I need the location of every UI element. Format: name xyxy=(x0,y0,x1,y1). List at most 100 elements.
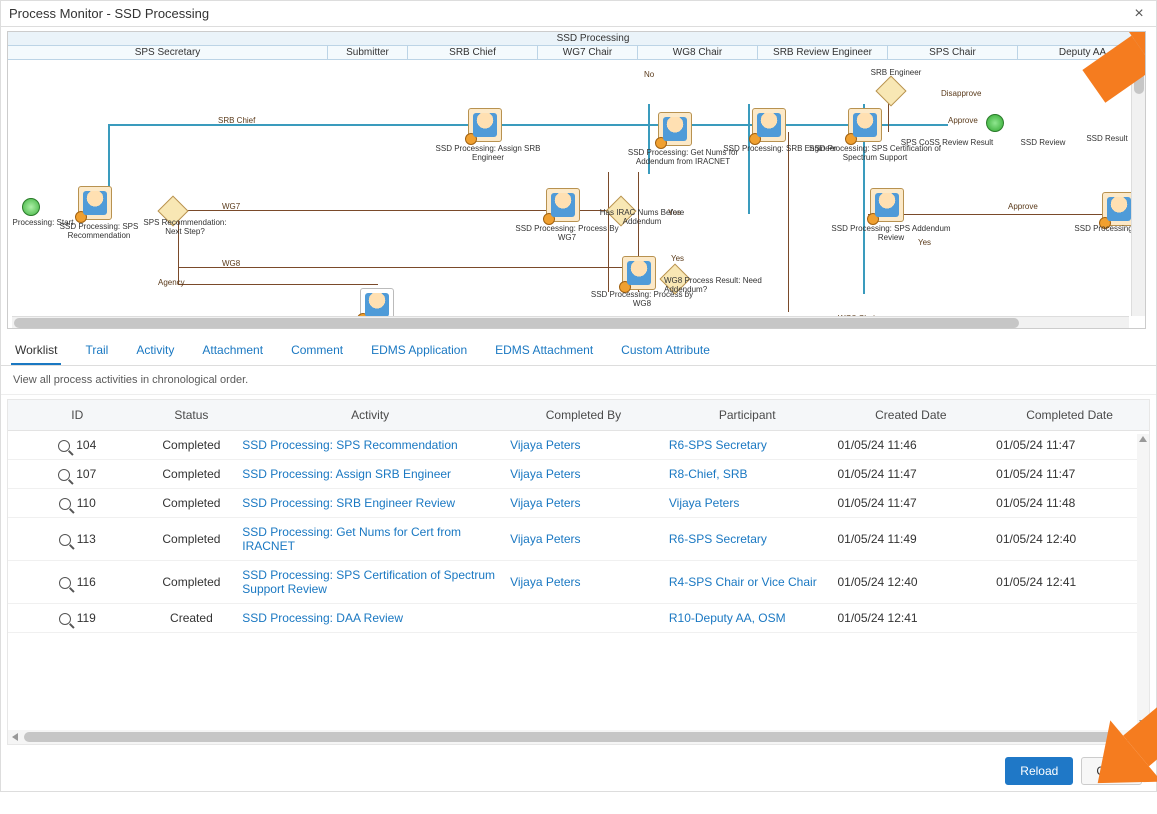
workflow-diagram[interactable]: SSD Processing SPS SecretarySubmitter SRB… xyxy=(7,31,1146,329)
col-header-status[interactable]: Status xyxy=(147,400,237,431)
cell-activity[interactable]: SSD Processing: SPS Recommendation xyxy=(236,431,504,460)
cell-created: 01/05/24 12:41 xyxy=(832,604,991,633)
cell-completed-by[interactable]: Vijaya Peters xyxy=(504,431,663,460)
edge-label-yes-2: Yes xyxy=(671,254,684,263)
col-header-created-date[interactable]: Created Date xyxy=(832,400,991,431)
start-event[interactable] xyxy=(22,198,40,216)
diagram-horizontal-scrollbar[interactable] xyxy=(12,316,1129,328)
ssd-review-label: SSD Review xyxy=(1008,138,1078,147)
node-process-wg7-label: SSD Processing: Process By WG7 xyxy=(512,224,622,242)
node-assign-srb-label: SSD Processing: Assign SRB Engineer xyxy=(428,144,548,162)
cell-activity[interactable]: SSD Processing: Get Nums for Cert from I… xyxy=(236,518,504,561)
cell-status: Completed xyxy=(147,561,237,604)
cell-participant[interactable]: Vijaya Peters xyxy=(663,489,832,518)
cell-status: Completed xyxy=(147,460,237,489)
tab-attachment[interactable]: Attachment xyxy=(198,337,267,365)
swimlane-header-wg7-chair: WG7 Chair xyxy=(538,46,638,60)
gateway-srb-engineer-label: SRB Engineer xyxy=(856,68,936,77)
swimlane-header-sps-secretary: SPS Secretary xyxy=(8,46,328,60)
cell-completed-by[interactable] xyxy=(504,604,663,633)
footer-buttons: Reload Close xyxy=(1005,757,1142,785)
cell-created: 01/05/24 11:47 xyxy=(832,489,991,518)
swimlane-header-srb-review-engineer: SRB Review Engineer xyxy=(758,46,888,60)
cell-activity[interactable]: SSD Processing: DAA Review xyxy=(236,604,504,633)
tab-activity[interactable]: Activity xyxy=(132,337,178,365)
node-process-wg8[interactable] xyxy=(622,256,656,290)
hint-text: View all process activities in chronolog… xyxy=(1,366,1156,395)
magnify-icon[interactable] xyxy=(59,498,71,510)
cell-activity[interactable]: SSD Processing: Assign SRB Engineer xyxy=(236,460,504,489)
cell-created: 01/05/24 11:46 xyxy=(832,431,991,460)
swimlane-header-sps-chair: SPS Chair xyxy=(888,46,1018,60)
table-row[interactable]: 110CompletedSSD Processing: SRB Engineer… xyxy=(8,489,1149,518)
tab-comment[interactable]: Comment xyxy=(287,337,347,365)
cell-participant[interactable]: R6-SPS Secretary xyxy=(663,431,832,460)
table-row[interactable]: 107CompletedSSD Processing: Assign SRB E… xyxy=(8,460,1149,489)
col-header-participant[interactable]: Participant xyxy=(663,400,832,431)
col-header-completed-date[interactable]: Completed Date xyxy=(990,400,1149,431)
magnify-icon[interactable] xyxy=(59,534,71,546)
tab-custom_attr[interactable]: Custom Attribute xyxy=(617,337,714,365)
diagram-vertical-scrollbar[interactable] xyxy=(1131,32,1145,316)
node-sps-recommendation[interactable] xyxy=(78,186,112,220)
cell-completed-by[interactable]: Vijaya Peters xyxy=(504,460,663,489)
node-sps-recommendation-label: SSD Processing: SPS Recommendation xyxy=(44,222,154,240)
col-header-activity[interactable]: Activity xyxy=(236,400,504,431)
cell-status: Completed xyxy=(147,489,237,518)
activity-table-wrap: IDStatusActivityCompleted ByParticipantC… xyxy=(7,399,1150,745)
table-row[interactable]: 116CompletedSSD Processing: SPS Certific… xyxy=(8,561,1149,604)
cell-completed: 01/05/24 12:41 xyxy=(990,561,1149,604)
cell-completed xyxy=(990,604,1149,633)
table-row[interactable]: 104CompletedSSD Processing: SPS Recommen… xyxy=(8,431,1149,460)
swimlane-header-wg8-chair: WG8 Chair xyxy=(638,46,758,60)
col-header-id[interactable]: ID xyxy=(8,400,147,431)
magnify-icon[interactable] xyxy=(59,577,71,589)
gateway-next-step-label: SPS Recommendation: Next Step? xyxy=(140,218,230,236)
swimlane-header-deputy-aa: Deputy AA xyxy=(1018,46,1146,60)
edge-label-wg8: WG8 xyxy=(222,259,240,268)
swimlane-header-submitter: Submitter xyxy=(328,46,408,60)
titlebar: Process Monitor - SSD Processing × xyxy=(1,1,1156,27)
node-srb-engineer[interactable] xyxy=(752,108,786,142)
table-row[interactable]: 119CreatedSSD Processing: DAA ReviewR10-… xyxy=(8,604,1149,633)
magnify-icon[interactable] xyxy=(58,469,70,481)
edge-label-srb-chief: SRB Chief xyxy=(218,116,255,125)
cell-participant[interactable]: R8-Chief, SRB xyxy=(663,460,832,489)
cell-completed-by[interactable]: Vijaya Peters xyxy=(504,561,663,604)
cell-status: Completed xyxy=(147,518,237,561)
node-process-wg7[interactable] xyxy=(546,188,580,222)
table-vertical-scrollbar[interactable] xyxy=(1137,434,1149,728)
cell-completed: 01/05/24 11:47 xyxy=(990,460,1149,489)
tab-worklist[interactable]: Worklist xyxy=(11,337,61,365)
node-coss[interactable] xyxy=(848,108,882,142)
cell-created: 01/05/24 11:49 xyxy=(832,518,991,561)
reload-button[interactable]: Reload xyxy=(1005,757,1073,785)
magnify-icon[interactable] xyxy=(59,613,71,625)
cell-completed-by[interactable]: Vijaya Peters xyxy=(504,489,663,518)
node-get-nums[interactable] xyxy=(658,112,692,146)
node-coss-result-label: SPS CoSS Review Result xyxy=(892,138,1002,147)
magnify-icon[interactable] xyxy=(58,440,70,452)
table-horizontal-scrollbar[interactable] xyxy=(8,730,1137,744)
tab-trail[interactable]: Trail xyxy=(81,337,112,365)
cell-participant[interactable]: R6-SPS Secretary xyxy=(663,518,832,561)
col-header-completed-by[interactable]: Completed By xyxy=(504,400,663,431)
cell-activity[interactable]: SSD Processing: SPS Certification of Spe… xyxy=(236,561,504,604)
edge-label-agency: Agency xyxy=(158,278,185,287)
tab-edms_app[interactable]: EDMS Application xyxy=(367,337,471,365)
swimlane-title: SSD Processing xyxy=(8,32,1146,46)
gateway-irac-nums-label: Has IRAC Nums Before Addendum xyxy=(590,208,694,226)
table-row[interactable]: 113CompletedSSD Processing: Get Nums for… xyxy=(8,518,1149,561)
cell-participant[interactable]: R10-Deputy AA, OSM xyxy=(663,604,832,633)
gateway-srb-engineer[interactable] xyxy=(875,75,906,106)
approve-event[interactable] xyxy=(986,114,1004,132)
node-addendum[interactable] xyxy=(870,188,904,222)
close-button[interactable]: Close xyxy=(1081,757,1142,785)
edge-label-approve-1: Approve xyxy=(948,116,978,125)
cell-completed-by[interactable]: Vijaya Peters xyxy=(504,518,663,561)
cell-participant[interactable]: R4-SPS Chair or Vice Chair xyxy=(663,561,832,604)
close-icon[interactable]: × xyxy=(1130,5,1148,23)
cell-activity[interactable]: SSD Processing: SRB Engineer Review xyxy=(236,489,504,518)
tab-edms_att[interactable]: EDMS Attachment xyxy=(491,337,597,365)
node-assign-srb[interactable] xyxy=(468,108,502,142)
